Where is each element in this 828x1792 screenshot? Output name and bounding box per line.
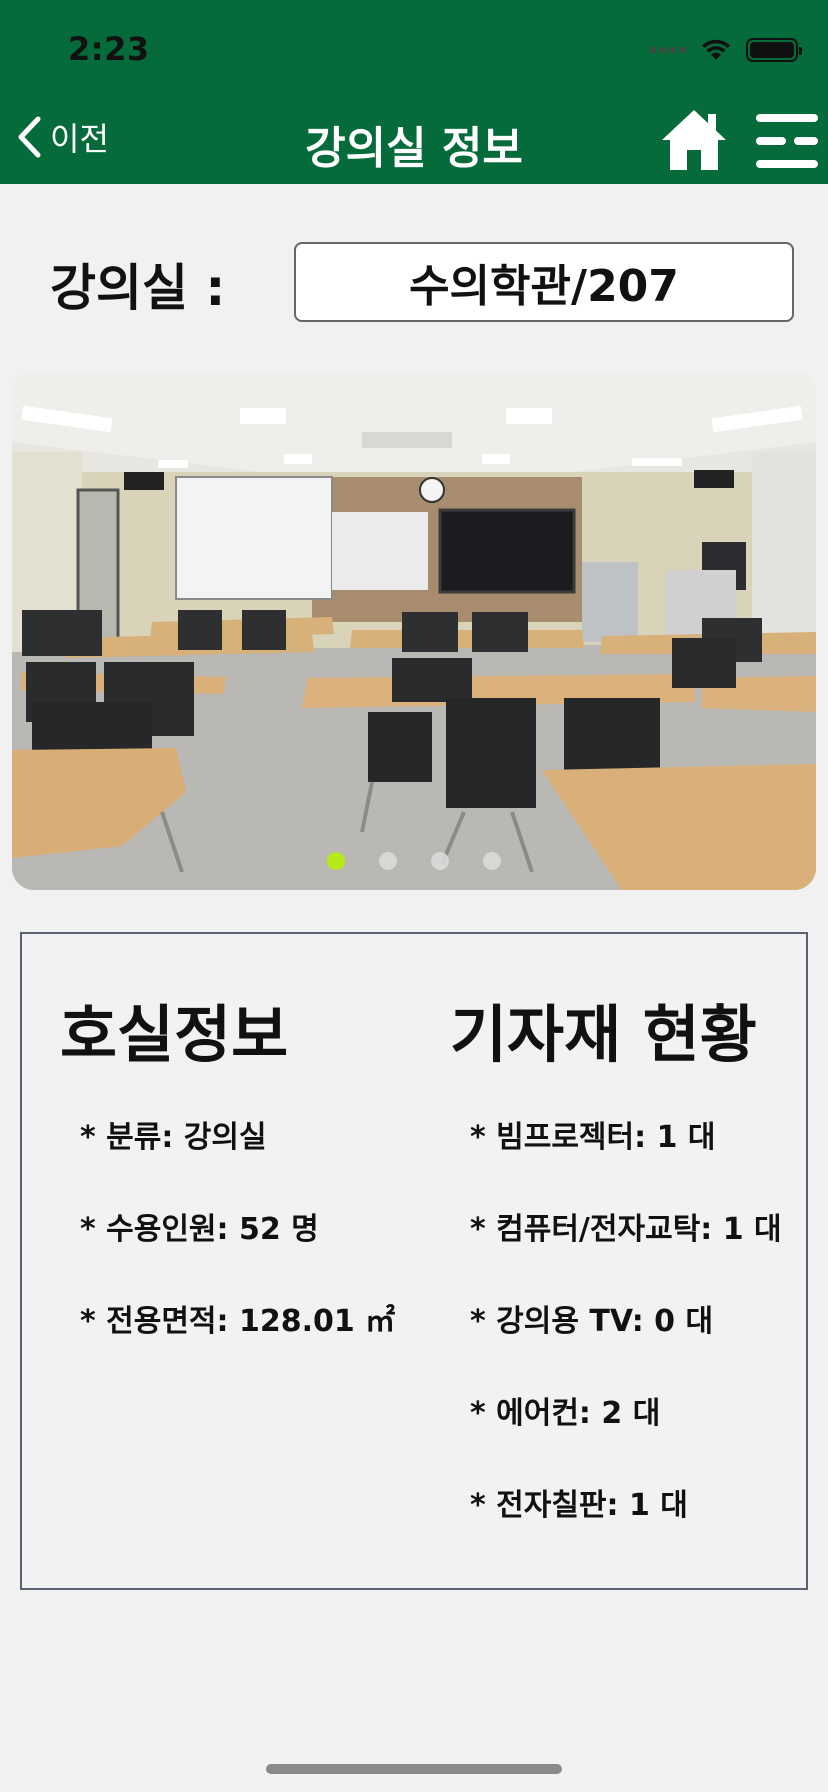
room-info-capacity: * 수용인원: 52 명 — [80, 1212, 319, 1247]
home-icon — [662, 110, 726, 170]
room-info-panel: 호실정보 * 분류: 강의실 * 수용인원: 52 명 * 전용면적: 128.… — [20, 932, 808, 1590]
equipment-computer: * 컴퓨터/전자교탁: 1 대 — [470, 1212, 782, 1247]
carousel-dot[interactable] — [483, 852, 501, 870]
equipment-tv: * 강의용 TV: 0 대 — [470, 1304, 714, 1339]
room-info-area: * 전용면적: 128.01 ㎡ — [80, 1304, 396, 1339]
equipment-aircon: * 에어컨: 2 대 — [470, 1396, 661, 1431]
status-icons — [650, 32, 802, 68]
carousel-pagination — [12, 852, 816, 870]
status-time: 2:23 — [68, 30, 150, 68]
carousel-dot[interactable] — [379, 852, 397, 870]
room-field[interactable]: 수의학관/207 — [294, 242, 794, 322]
menu-button[interactable] — [752, 110, 822, 172]
room-info-category: * 분류: 강의실 — [80, 1120, 267, 1155]
equipment-heading: 기자재 현황 — [450, 998, 757, 1071]
battery-icon — [746, 38, 802, 62]
equipment-projector: * 빔프로젝터: 1 대 — [470, 1120, 716, 1155]
classroom-photo — [12, 372, 816, 890]
home-button[interactable] — [660, 106, 728, 174]
equipment-list: * 빔프로젝터: 1 대 * 컴퓨터/전자교탁: 1 대 * 강의용 TV: 0… — [450, 1112, 782, 1572]
equipment-eboard: * 전자칠판: 1 대 — [470, 1488, 688, 1523]
equipment-section: 기자재 현황 * 빔프로젝터: 1 대 * 컴퓨터/전자교탁: 1 대 * 강의… — [450, 984, 782, 1572]
signal-icon — [650, 47, 686, 53]
wifi-icon — [702, 39, 730, 60]
room-info-heading: 호실정보 — [60, 998, 289, 1071]
room-info-section: 호실정보 * 분류: 강의실 * 수용인원: 52 명 * 전용면적: 128.… — [60, 984, 395, 1388]
menu-icon — [756, 114, 818, 168]
carousel-dot[interactable] — [431, 852, 449, 870]
carousel-dot[interactable] — [327, 852, 345, 870]
header: 2:23 이전 강의실 정보 — [0, 0, 828, 184]
home-indicator[interactable] — [266, 1764, 562, 1774]
room-label: 강의실 : — [50, 259, 226, 317]
room-info-list: * 분류: 강의실 * 수용인원: 52 명 * 전용면적: 128.01 ㎡ — [60, 1112, 395, 1388]
room-photo-carousel[interactable] — [12, 372, 816, 890]
